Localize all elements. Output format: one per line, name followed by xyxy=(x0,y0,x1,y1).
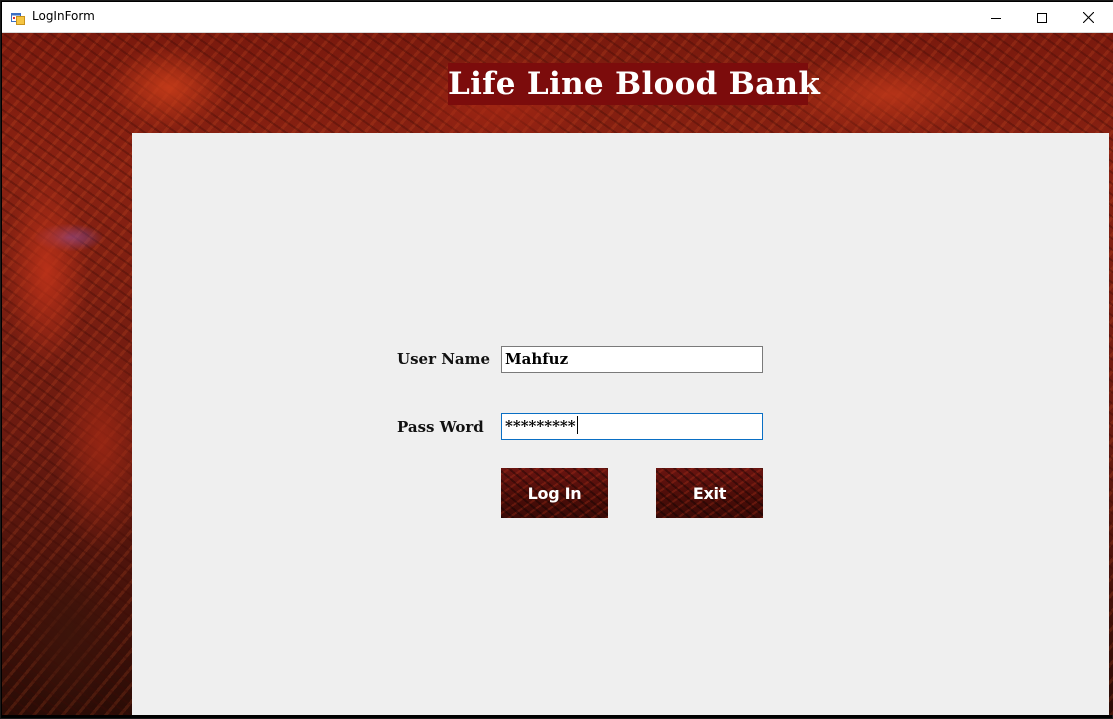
close-button[interactable] xyxy=(1065,2,1111,32)
user-name-input[interactable]: Mahfuz xyxy=(501,346,763,373)
close-icon xyxy=(1082,8,1094,27)
minimize-button[interactable] xyxy=(973,2,1019,32)
minimize-icon xyxy=(991,8,1001,27)
login-button[interactable]: Log In xyxy=(501,468,608,518)
user-name-value: Mahfuz xyxy=(505,350,569,368)
text-caret xyxy=(576,416,578,434)
exit-button-label: Exit xyxy=(692,483,727,503)
exit-button[interactable]: Exit xyxy=(656,468,763,518)
window-title: LogInForm xyxy=(32,9,95,23)
password-input[interactable]: ********* xyxy=(501,413,763,440)
maximize-icon xyxy=(1037,8,1047,27)
user-name-label: User Name xyxy=(397,350,491,368)
app-title: Life Line Blood Bank xyxy=(448,63,820,105)
maximize-button[interactable] xyxy=(1019,2,1065,32)
password-label: Pass Word xyxy=(397,418,484,436)
login-window: LogInForm Life Line Blood Bank User Name… xyxy=(0,0,1113,719)
app-form-icon xyxy=(11,10,25,25)
password-value: ********* xyxy=(505,417,576,435)
title-bar[interactable]: LogInForm xyxy=(2,2,1113,33)
login-button-label: Log In xyxy=(527,483,582,503)
